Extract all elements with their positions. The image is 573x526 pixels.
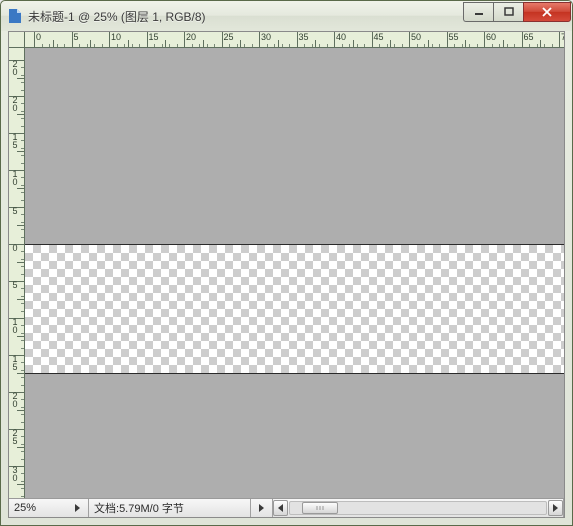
app-window: 未标题-1 @ 25% (图层 1, RGB/8) 05101520253035… xyxy=(0,0,573,526)
scroll-track[interactable] xyxy=(289,501,547,515)
minimize-button[interactable] xyxy=(463,2,493,22)
window-controls xyxy=(463,2,571,22)
zoom-value: 25% xyxy=(14,502,36,514)
canvas[interactable] xyxy=(25,48,564,498)
app-icon xyxy=(7,8,23,24)
doc-label: 文档: xyxy=(94,500,119,516)
window-title: 未标题-1 @ 25% (图层 1, RGB/8) xyxy=(28,8,463,25)
layer-transparent-region xyxy=(25,244,564,374)
scroll-left-button[interactable] xyxy=(273,500,288,516)
vertical-ruler[interactable]: 20201510505101520253035 xyxy=(9,48,25,498)
horizontal-ruler[interactable]: 0510152025303540455055606570 xyxy=(25,32,564,48)
maximize-button[interactable] xyxy=(493,2,523,22)
doc-info[interactable]: 文档: 5.79M/0 字节 xyxy=(89,499,251,517)
ruler-origin-box[interactable] xyxy=(9,32,25,48)
horizontal-scrollbar[interactable] xyxy=(273,499,564,517)
doc-value: 5.79M/0 字节 xyxy=(119,500,184,516)
scroll-thumb[interactable] xyxy=(302,502,338,514)
doc-info-flyout-button[interactable] xyxy=(251,499,273,517)
status-bar: 25% 文档: 5.79M/0 字节 xyxy=(9,498,564,517)
document-area: 0510152025303540455055606570 20201510505… xyxy=(8,31,565,518)
scroll-right-button[interactable] xyxy=(548,500,563,516)
zoom-dropdown-icon[interactable] xyxy=(71,499,83,517)
zoom-field[interactable]: 25% xyxy=(9,499,89,517)
titlebar[interactable]: 未标题-1 @ 25% (图层 1, RGB/8) xyxy=(1,1,572,31)
close-button[interactable] xyxy=(523,2,571,22)
